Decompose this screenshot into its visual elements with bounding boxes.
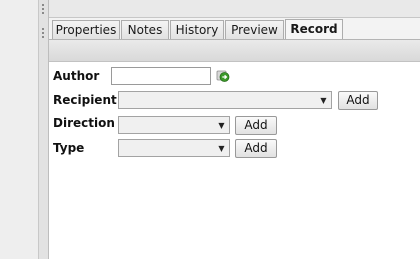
type-select[interactable]: ▼	[118, 139, 230, 157]
triangle-down-icon: ▼	[218, 144, 225, 153]
record-panel: Properties Notes History Preview Record …	[49, 0, 420, 259]
tab-properties[interactable]: Properties	[52, 20, 120, 39]
grip-dots	[41, 4, 45, 16]
recipient-label: Recipient	[53, 93, 117, 107]
type-add-button[interactable]: Add	[235, 139, 277, 158]
triangle-down-icon: ▼	[218, 121, 225, 130]
panel-header-bar	[49, 0, 420, 18]
grip-dots	[41, 28, 45, 40]
tab-history[interactable]: History	[170, 20, 224, 39]
author-label: Author	[53, 69, 100, 83]
triangle-down-icon: ▼	[320, 96, 327, 105]
green-arrow-icon[interactable]	[216, 69, 230, 83]
type-label: Type	[53, 141, 85, 155]
left-panel-strip	[0, 0, 39, 259]
tab-bar: Properties Notes History Preview Record	[49, 18, 420, 40]
recipient-select[interactable]: ▼	[118, 91, 332, 109]
tab-record[interactable]: Record	[285, 19, 343, 39]
direction-label: Direction	[53, 116, 115, 130]
tab-preview[interactable]: Preview	[225, 20, 284, 39]
direction-select[interactable]: ▼	[118, 116, 230, 134]
author-input[interactable]	[111, 67, 211, 85]
direction-add-button[interactable]: Add	[235, 116, 277, 135]
splitter-handle[interactable]	[39, 0, 49, 259]
tab-notes[interactable]: Notes	[121, 20, 169, 39]
toolbar-strip	[49, 40, 420, 62]
recipient-add-button[interactable]: Add	[338, 91, 378, 110]
